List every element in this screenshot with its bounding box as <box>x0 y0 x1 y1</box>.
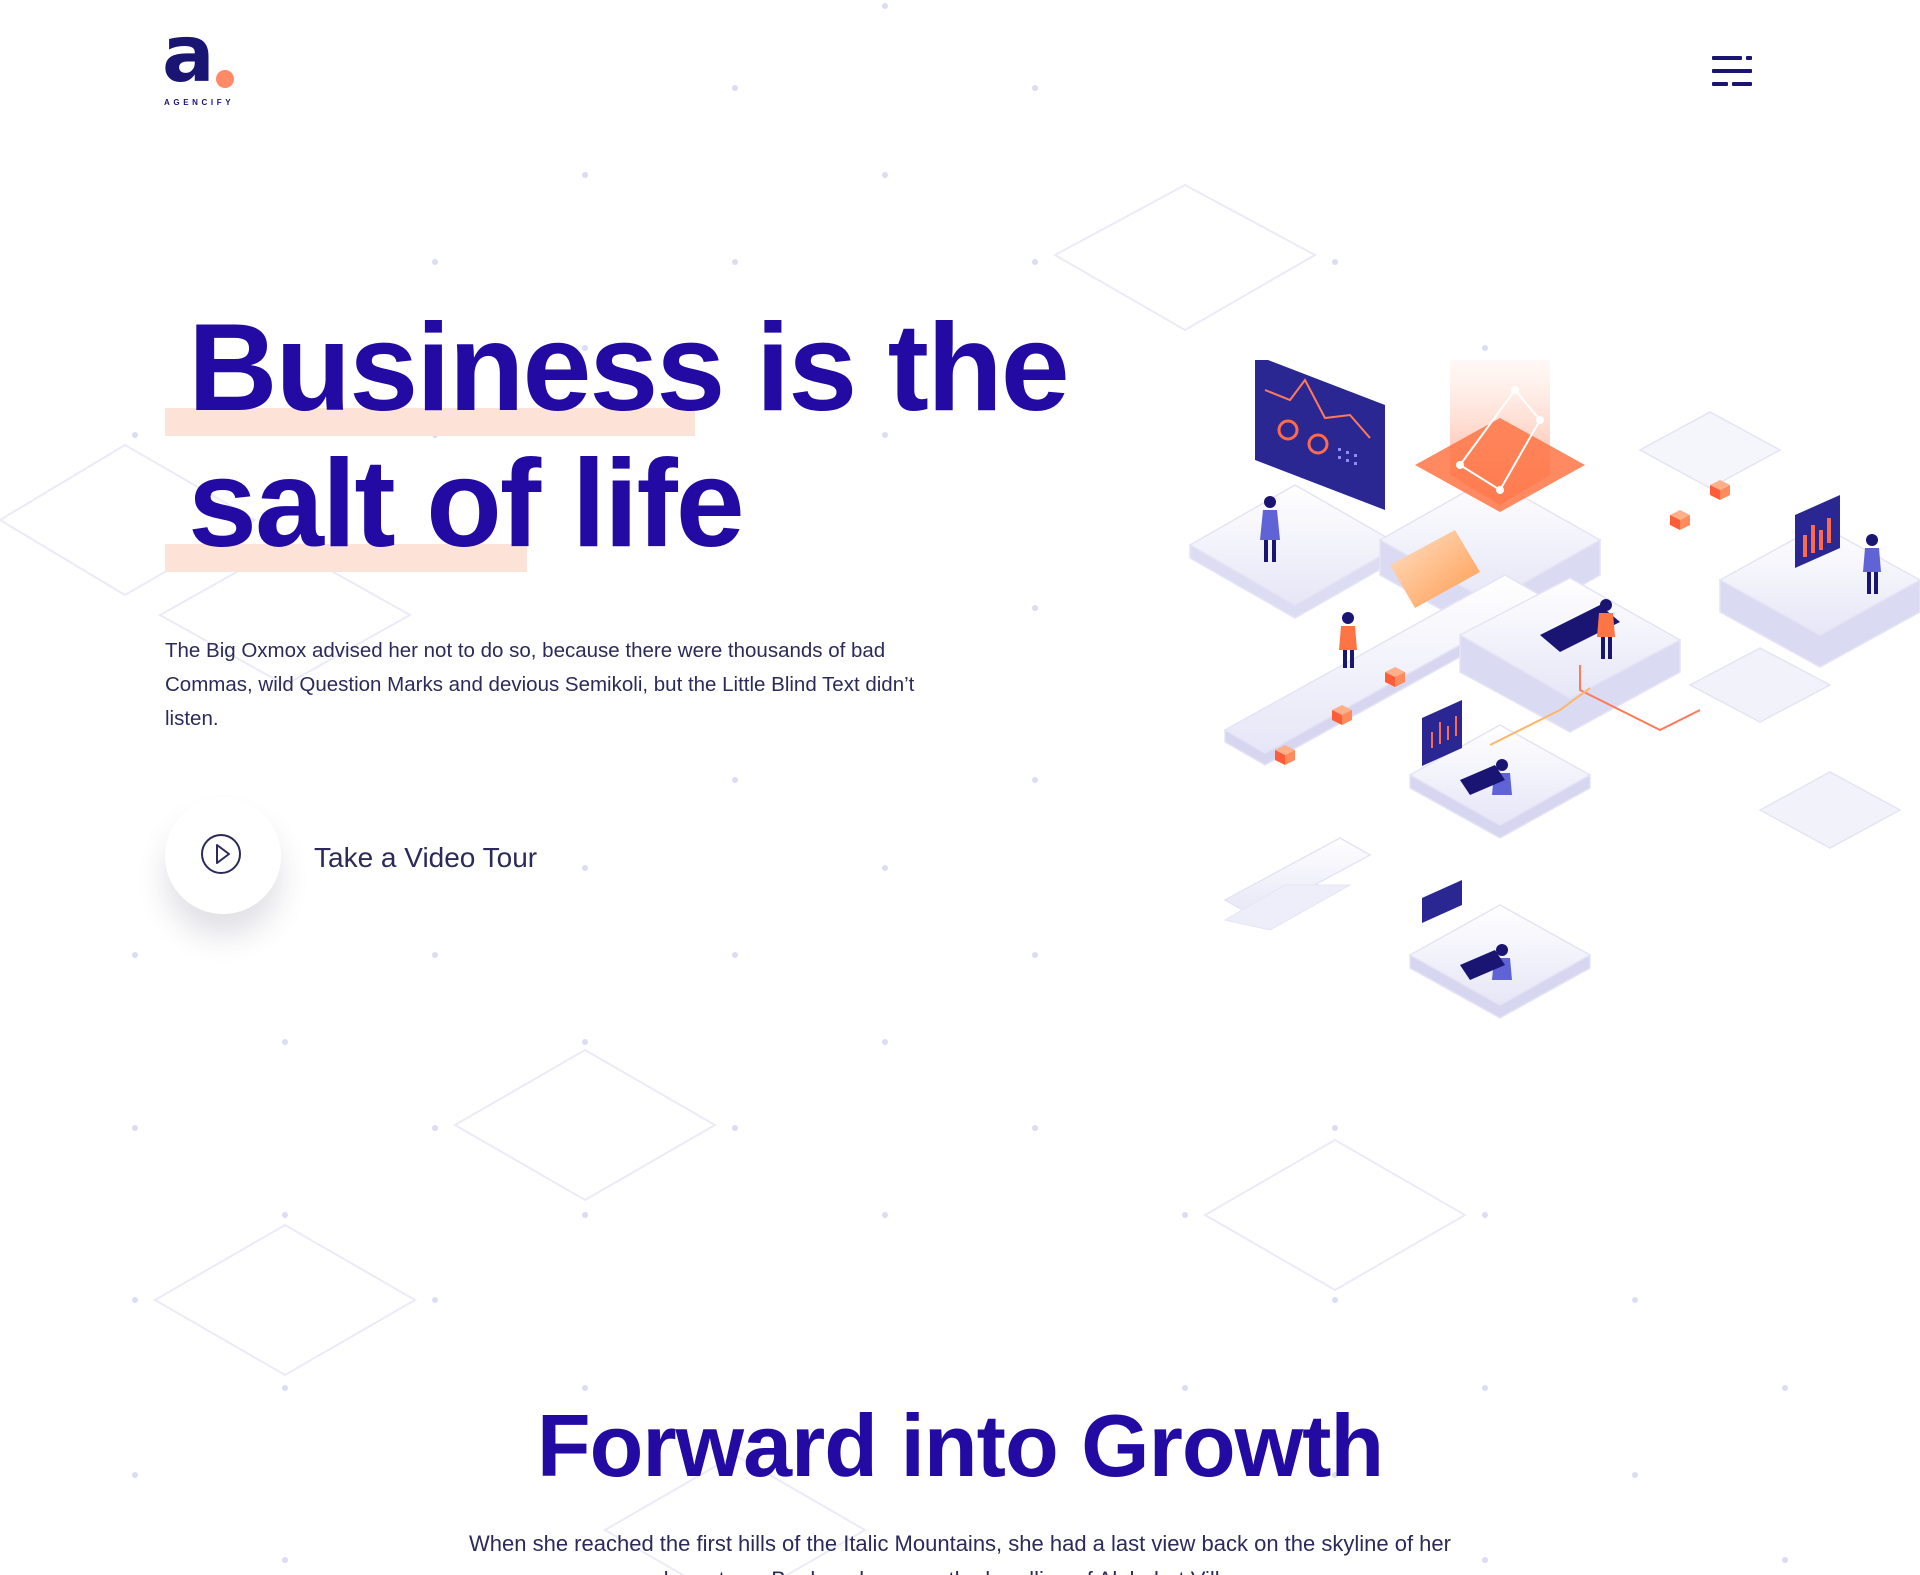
hero-headline: Business is the salt of life <box>188 300 1128 572</box>
hero-paragraph: The Big Oxmox advised her not to do so, … <box>165 639 915 730</box>
play-button[interactable] <box>165 798 281 914</box>
brand-logo[interactable]: a AGENCIFY <box>162 16 252 114</box>
section-title: Forward into Growth <box>536 1396 1384 1495</box>
isometric-business-illustration <box>1188 360 1920 1019</box>
site-header: a AGENCIFY <box>0 0 1920 150</box>
hero-headline-line-1: Business is the <box>188 299 1070 437</box>
section-paragraph: When she reached the first hills of the … <box>469 1531 1451 1575</box>
play-icon <box>201 834 241 874</box>
video-tour-button[interactable]: Take a Video Tour <box>165 798 585 918</box>
video-tour-label: Take a Video Tour <box>314 842 538 873</box>
hamburger-menu-icon[interactable] <box>1708 50 1756 92</box>
logo-letter: a <box>162 10 215 100</box>
hero-headline-line-2: salt of life <box>188 435 745 573</box>
logo-wordmark: AGENCIFY <box>164 98 235 107</box>
logo-dot <box>216 70 234 88</box>
